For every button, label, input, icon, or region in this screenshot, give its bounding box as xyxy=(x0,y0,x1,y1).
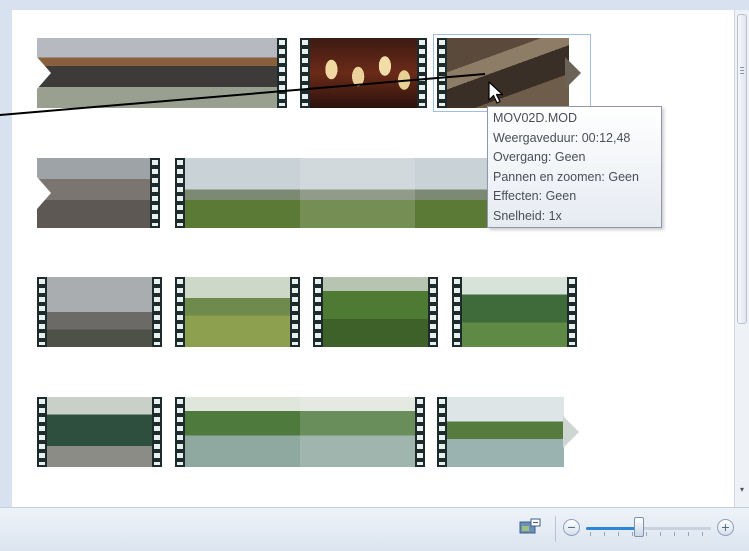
thumbnail-size-icon[interactable] xyxy=(519,518,541,536)
film-sprocket xyxy=(415,397,425,467)
clip-info-tooltip: MOV02D.MOD Weergaveduur: 00:12,48 Overga… xyxy=(487,106,662,228)
transition-marker xyxy=(563,416,579,448)
video-clip[interactable] xyxy=(37,38,302,108)
zoom-slider-track[interactable] xyxy=(586,527,711,530)
video-clip[interactable] xyxy=(175,277,300,347)
film-sprocket xyxy=(313,277,323,347)
film-sprocket xyxy=(277,38,287,108)
transition-marker xyxy=(37,177,51,209)
clip-thumbnail xyxy=(447,397,564,467)
clip-thumbnail xyxy=(37,158,150,228)
clip-thumbnail xyxy=(185,397,300,467)
scrollbar-thumb[interactable] xyxy=(737,14,747,324)
video-clip-selected[interactable] xyxy=(433,34,591,112)
window-frame-left xyxy=(0,0,12,551)
tooltip-pan-zoom: Pannen en zoomen: Geen xyxy=(493,169,639,184)
clip-thumbnail xyxy=(47,277,152,347)
film-sprocket xyxy=(150,158,160,228)
tooltip-filename: MOV02D.MOD xyxy=(493,111,578,125)
clip-thumbnail xyxy=(300,397,415,467)
film-sprocket xyxy=(175,158,185,228)
clip-thumbnail xyxy=(447,38,569,108)
film-sprocket xyxy=(452,277,462,347)
storyboard-pane[interactable] xyxy=(12,10,734,507)
film-sprocket xyxy=(152,277,162,347)
video-clip[interactable] xyxy=(313,277,438,347)
transition-marker xyxy=(37,57,51,89)
zoom-out-button[interactable]: − xyxy=(563,519,580,536)
tooltip-speed: Snelheid: 1x xyxy=(493,208,562,223)
film-sprocket xyxy=(37,277,47,347)
film-sprocket xyxy=(300,38,310,108)
toolbar-separator xyxy=(555,516,556,542)
film-sprocket xyxy=(567,277,577,347)
film-sprocket xyxy=(175,397,185,467)
clip-thumbnail xyxy=(185,277,290,347)
clip-thumbnail xyxy=(323,277,428,347)
zoom-slider-ticks xyxy=(590,532,708,536)
film-sprocket xyxy=(428,277,438,347)
video-clip[interactable] xyxy=(37,277,162,347)
scroll-down-arrow-icon[interactable]: ▾ xyxy=(738,486,746,494)
transition-marker xyxy=(565,57,581,89)
film-sprocket xyxy=(37,397,47,467)
tooltip-transition: Overgang: Geen xyxy=(493,150,586,164)
film-sprocket xyxy=(152,397,162,467)
video-clip[interactable] xyxy=(437,397,582,467)
zoom-in-button[interactable]: + xyxy=(717,519,734,536)
clip-thumbnail xyxy=(157,38,277,108)
film-sprocket xyxy=(437,38,447,108)
video-clip[interactable] xyxy=(37,158,162,228)
tooltip-duration: Weergaveduur: 00:12,48 xyxy=(493,130,631,145)
window-frame-top xyxy=(0,0,749,10)
video-clip[interactable] xyxy=(300,38,427,108)
clip-thumbnail xyxy=(47,397,152,467)
bottom-toolbar: − + xyxy=(0,507,749,551)
clip-thumbnail xyxy=(462,277,567,347)
video-clip[interactable] xyxy=(175,397,425,467)
film-sprocket xyxy=(417,38,427,108)
film-sprocket xyxy=(437,397,447,467)
tooltip-effects: Effecten: Geen xyxy=(493,189,577,203)
clip-thumbnail xyxy=(37,38,157,108)
video-clip[interactable] xyxy=(37,397,162,467)
video-clip[interactable] xyxy=(452,277,577,347)
film-sprocket xyxy=(175,277,185,347)
clip-thumbnail xyxy=(300,158,415,228)
zoom-slider-fill xyxy=(586,527,639,530)
mouse-cursor-icon xyxy=(488,81,504,104)
video-clip[interactable] xyxy=(175,158,515,228)
clip-thumbnail xyxy=(310,38,417,108)
film-sprocket xyxy=(290,277,300,347)
zoom-slider-handle[interactable] xyxy=(633,517,644,537)
scrollbar-grip-icon xyxy=(740,67,744,75)
vertical-scrollbar[interactable]: ▾ xyxy=(734,10,749,507)
clip-thumbnail xyxy=(185,158,300,228)
